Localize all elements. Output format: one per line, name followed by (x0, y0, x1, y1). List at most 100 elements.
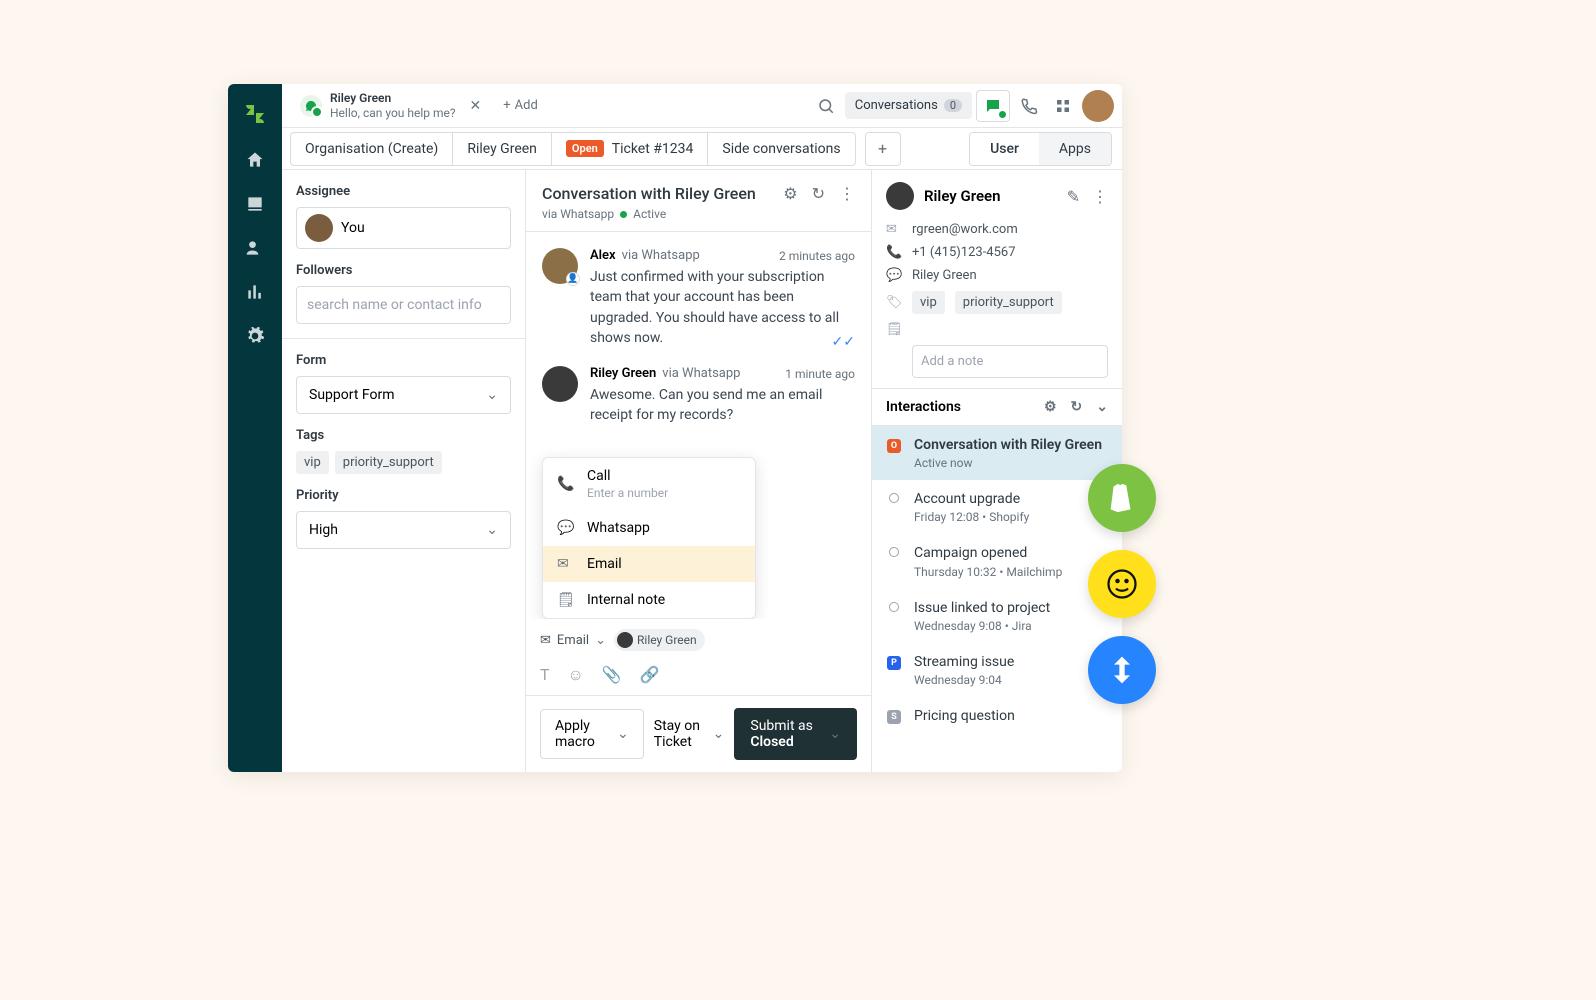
shopify-bubble[interactable] (1088, 464, 1156, 532)
assignee-avatar (305, 214, 333, 242)
refresh-icon[interactable]: ↻ (1071, 399, 1083, 415)
close-tab-icon[interactable]: ✕ (470, 98, 482, 114)
timeline-item[interactable]: O Conversation with Riley GreenActive no… (872, 426, 1122, 480)
menu-item-whatsapp[interactable]: 💬 Whatsapp (543, 510, 755, 546)
whatsapp-icon (300, 95, 322, 117)
search-icon[interactable] (817, 97, 835, 115)
followers-label: Followers (296, 263, 511, 278)
whatsapp-icon: 💬 (557, 520, 575, 536)
history-icon[interactable]: ↻ (812, 184, 825, 203)
conversations-dropdown[interactable]: Conversations 0 (845, 92, 972, 119)
conversation-status: Active (633, 207, 666, 221)
channel-select[interactable]: ✉ Email ⌄ (540, 633, 606, 648)
chevron-down-icon[interactable]: ⌄ (1096, 399, 1108, 415)
tag-chip[interactable]: vip (912, 291, 945, 314)
tags-label: Tags (296, 428, 511, 443)
format-text-icon[interactable]: T (540, 665, 550, 685)
conversation-via: via Whatsapp (542, 207, 614, 221)
requester-header: Riley Green ✎ ⋮ (872, 170, 1122, 222)
active-conversation-tab[interactable]: Riley Green Hello, can you help me? ✕ (290, 85, 491, 126)
top-bar: Riley Green Hello, can you help me? ✕ + … (282, 84, 1122, 128)
conversation-title: Conversation with Riley Green (542, 184, 756, 203)
interactions-header: Interactions ⚙ ↻ ⌄ (872, 388, 1122, 426)
message-text: Awesome. Can you send me an email receip… (590, 387, 822, 423)
agent-avatar: 👤 (542, 248, 578, 284)
right-pane: Riley Green ✎ ⋮ ✉rgreen@work.com 📞+1 (41… (872, 170, 1122, 772)
emoji-icon[interactable]: ☺ (568, 665, 584, 685)
requester-whatsapp[interactable]: Riley Green (912, 268, 977, 283)
tags-icon: 🏷 (886, 295, 902, 310)
left-pane: Assignee You Followers search name or co… (282, 170, 526, 772)
add-tab-button[interactable]: + Add (495, 94, 546, 117)
edit-icon[interactable]: ✎ (1067, 187, 1080, 206)
stay-on-ticket-select[interactable]: Stay on Ticket⌄ (654, 718, 725, 750)
event-dot-icon (889, 547, 899, 557)
add-note-input[interactable]: Add a note (912, 345, 1108, 378)
ticket-tabs-row: Organisation (Create) Riley Green Open T… (282, 128, 1122, 170)
home-icon[interactable] (245, 150, 265, 170)
tab-ticket[interactable]: Open Ticket #1234 (551, 132, 708, 166)
requester-email[interactable]: rgreen@work.com (912, 222, 1018, 237)
assignee-select[interactable]: You (296, 207, 511, 249)
reports-icon[interactable] (245, 282, 265, 302)
filter-icon[interactable]: ⚙ (1044, 399, 1057, 415)
timeline-item[interactable]: Campaign openedThursday 10:32 • Mailchim… (872, 534, 1122, 588)
inbox-icon[interactable] (245, 194, 265, 214)
overflow-icon[interactable]: ⋮ (839, 184, 855, 203)
center-pane: Conversation with Riley Green via Whatsa… (526, 170, 872, 772)
recipient-avatar (617, 632, 633, 648)
user-avatar[interactable] (1082, 90, 1114, 122)
link-icon[interactable]: 🔗 (640, 665, 660, 685)
agent-badge-icon: 👤 (566, 272, 580, 286)
menu-item-email[interactable]: ✉ Email (543, 546, 755, 582)
tag-chip[interactable]: priority_support (955, 291, 1062, 314)
menu-item-internal-note[interactable]: 🗒 Internal note (543, 582, 755, 618)
tab-organisation[interactable]: Organisation (Create) (290, 132, 453, 166)
seg-user[interactable]: User (970, 133, 1039, 165)
priority-select[interactable]: High⌄ (296, 511, 511, 549)
timeline-item[interactable]: P Streaming issueWednesday 9:04 (872, 643, 1122, 697)
talk-icon[interactable] (1020, 97, 1038, 115)
form-select[interactable]: Support Form⌄ (296, 376, 511, 414)
overflow-icon[interactable]: ⋮ (1092, 187, 1108, 206)
attachment-icon[interactable]: 📎 (602, 665, 622, 685)
requester-phone[interactable]: +1 (415)123-4567 (912, 245, 1016, 260)
seg-apps[interactable]: Apps (1039, 133, 1111, 165)
recipient-chip[interactable]: Riley Green (614, 629, 705, 651)
event-dot-icon (889, 493, 899, 503)
tab-requester[interactable]: Riley Green (452, 132, 552, 166)
settings-icon[interactable] (245, 326, 265, 346)
app-window: Riley Green Hello, can you help me? ✕ + … (228, 84, 1122, 772)
followers-input[interactable]: search name or contact info (296, 286, 511, 324)
jira-bubble[interactable] (1088, 636, 1156, 704)
message-list: 👤 Alex via Whatsapp 2 minutes ago Just c… (526, 232, 871, 619)
filter-icon[interactable]: ⚙ (783, 184, 797, 203)
tag-chip[interactable]: vip (296, 451, 329, 474)
mailchimp-bubble[interactable] (1088, 550, 1156, 618)
message: 👤 Alex via Whatsapp 2 minutes ago Just c… (542, 248, 855, 348)
tag-chip[interactable]: priority_support (335, 451, 442, 474)
requester-avatar (886, 182, 914, 210)
timeline-item[interactable]: S Pricing question (872, 697, 1122, 735)
submit-button[interactable]: Submit as Closed ⌄ (734, 708, 857, 760)
apply-macro-select[interactable]: Apply macro⌄ (540, 709, 644, 759)
messaging-button[interactable] (976, 90, 1010, 122)
apps-grid-icon[interactable] (1054, 97, 1072, 115)
menu-item-call[interactable]: 📞 CallEnter a number (543, 458, 755, 510)
timeline-item[interactable]: Account upgradeFriday 12:08 • Shopify (872, 480, 1122, 534)
assignee-label: Assignee (296, 184, 511, 199)
tags-row[interactable]: vip priority_support (296, 451, 511, 474)
message: Riley Green via Whatsapp 1 minute ago Aw… (542, 366, 855, 426)
problem-status-icon: P (887, 656, 901, 670)
zendesk-logo-icon (243, 102, 267, 126)
conversation-header: Conversation with Riley Green via Whatsa… (526, 170, 871, 232)
nav-rail (228, 84, 282, 772)
requester-name: Riley Green (924, 187, 1000, 205)
integration-bubbles (1088, 464, 1156, 704)
add-conversation-button[interactable]: + (865, 132, 901, 166)
customers-icon[interactable] (245, 238, 265, 258)
note-icon: 🗒 (557, 592, 575, 608)
open-status-icon: O (887, 439, 901, 453)
tab-side-conversations[interactable]: Side conversations (707, 132, 855, 166)
timeline-item[interactable]: Issue linked to projectWednesday 9:08 • … (872, 589, 1122, 643)
